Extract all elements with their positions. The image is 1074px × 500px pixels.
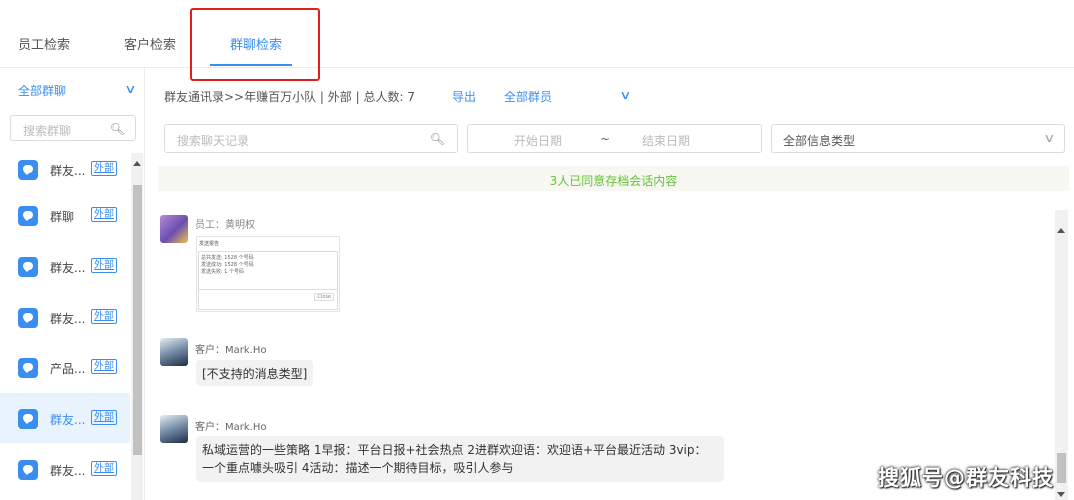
image-text-line: 发送失败: 1 个号码: [201, 269, 245, 275]
group-name: 群聊: [50, 210, 75, 224]
external-badge: 外部: [91, 359, 117, 374]
chat-bubble-icon: [18, 257, 38, 277]
group-name: 群友...: [50, 164, 86, 178]
consent-text: 3人已同意存档会话内容: [549, 174, 678, 188]
chat-search-placeholder: 搜索聊天记录: [177, 134, 250, 148]
chevron-down-icon[interactable]: ∨: [619, 88, 631, 102]
group-search-input[interactable]: 搜索群聊 🔍︎: [10, 115, 136, 141]
tab-customer-search[interactable]: 客户检索: [124, 34, 176, 53]
message-sender: 客户：Mark.Ho: [195, 422, 267, 433]
chat-bubble-icon: [18, 206, 38, 226]
list-item[interactable]: 产品... 外部: [0, 342, 130, 392]
chevron-down-icon: ∨: [1043, 131, 1056, 145]
message-bubble: [不支持的消息类型]: [196, 360, 314, 386]
image-title: 发送报告: [199, 241, 220, 247]
group-name: 群友...: [50, 261, 86, 275]
annotation-highlight-box: [190, 8, 320, 81]
watermark: 搜狐号@群友科技: [878, 466, 1054, 490]
image-text-line: 总共发送: 1528 个号码: [201, 255, 254, 261]
export-link[interactable]: 导出: [452, 88, 476, 105]
chat-scroll-thumb[interactable]: [1057, 453, 1066, 483]
chat-search-input[interactable]: 搜索聊天记录 🔍︎: [164, 124, 458, 153]
list-item[interactable]: 群友... 外部: [0, 153, 130, 194]
avatar: [160, 415, 188, 443]
message-line: 一个重点噱头吸引 4活动：描述一个期待目标，吸引人参与: [202, 461, 514, 475]
avatar: [160, 215, 188, 243]
external-badge: 外部: [91, 161, 117, 176]
group-sidebar: 全部群聊 ∨ 搜索群聊 🔍︎ 群友... 外部 群聊 外部 群友... 外部 群…: [0, 68, 145, 500]
start-date-field[interactable]: 开始日期: [514, 132, 562, 149]
chevron-down-icon[interactable]: ∨: [124, 82, 136, 96]
group-list: 群友... 外部 群聊 外部 群友... 外部 群友... 外部 产品... 外…: [0, 153, 130, 500]
message-type-value: 全部信息类型: [783, 134, 856, 148]
external-badge: 外部: [91, 410, 117, 425]
chat-bubble-icon: [18, 409, 38, 429]
search-icon[interactable]: 🔍︎: [430, 132, 445, 146]
message-bubble: 私域运营的一些策略 1早报：平台日报+社会热点 2进群欢迎语：欢迎语+平台最近活…: [196, 436, 724, 482]
message-type-select[interactable]: 全部信息类型 ∨: [771, 124, 1065, 153]
list-item[interactable]: 群聊 外部: [0, 190, 130, 240]
list-item[interactable]: 群友... 外部: [0, 444, 130, 494]
app-window: 员工检索 客户检索 群聊检索 全部群聊 ∨ 搜索群聊 🔍︎ 群友... 外部 群…: [0, 0, 1074, 500]
message-sender: 员工：黄明权: [195, 220, 255, 231]
group-filter-dropdown[interactable]: 全部群聊: [18, 82, 66, 99]
group-name: 群友...: [50, 464, 86, 478]
breadcrumb: 群友通讯录>>年赚百万小队 | 外部 | 总人数: 7: [164, 90, 415, 104]
avatar: [160, 338, 188, 366]
top-tab-bar: 员工检索 客户检索 群聊检索: [0, 0, 1074, 81]
image-dialog: 总共发送: 1528 个号码 发送成功: 1528 个号码 发送失败: 1 个号…: [198, 251, 338, 310]
scroll-up-arrow-icon[interactable]: [133, 161, 141, 166]
group-search-placeholder: 搜索群聊: [23, 124, 72, 138]
group-name: 群友...: [50, 413, 86, 427]
end-date-field[interactable]: 结束日期: [642, 132, 690, 149]
scroll-up-arrow-icon[interactable]: [1057, 228, 1065, 233]
members-dropdown[interactable]: 全部群员: [504, 88, 552, 105]
chat-bubble-icon: [18, 160, 38, 180]
tab-employee-search[interactable]: 员工检索: [18, 34, 70, 53]
list-item-active[interactable]: 群友... 外部: [0, 393, 130, 443]
list-item[interactable]: 群友... 外部: [0, 241, 130, 291]
image-text-line: 发送成功: 1528 个号码: [201, 262, 254, 268]
date-range-picker[interactable]: 开始日期 ~ 结束日期: [467, 124, 762, 153]
chat-bubble-icon: [18, 308, 38, 328]
chat-bubble-icon: [18, 358, 38, 378]
external-badge: 外部: [91, 309, 117, 324]
message-sender: 客户：Mark.Ho: [195, 345, 267, 356]
group-name: 群友...: [50, 312, 86, 326]
external-badge: 外部: [91, 258, 117, 273]
message-image[interactable]: 发送报告 总共发送: 1528 个号码 发送成功: 1528 个号码 发送失败:…: [196, 236, 340, 312]
sidebar-scroll-thumb[interactable]: [133, 185, 142, 455]
message-line: 私域运营的一些策略 1早报：平台日报+社会热点 2进群欢迎语：欢迎语+平台最近活…: [202, 443, 707, 457]
search-icon[interactable]: 🔍︎: [110, 122, 125, 136]
external-badge: 外部: [91, 461, 117, 476]
chat-bubble-icon: [18, 460, 38, 480]
date-separator: ~: [600, 132, 611, 146]
image-close-label: Close: [314, 293, 334, 301]
consent-notice: 3人已同意存档会话内容: [158, 166, 1069, 191]
external-badge: 外部: [91, 207, 117, 222]
group-name: 产品...: [50, 362, 86, 376]
scroll-down-arrow-icon[interactable]: [1057, 492, 1065, 497]
image-divider: [199, 289, 337, 290]
chat-history: 员工：黄明权 发送报告 总共发送: 1528 个号码 发送成功: 1528 个号…: [158, 210, 1054, 500]
list-item[interactable]: 群友... 外部: [0, 292, 130, 342]
